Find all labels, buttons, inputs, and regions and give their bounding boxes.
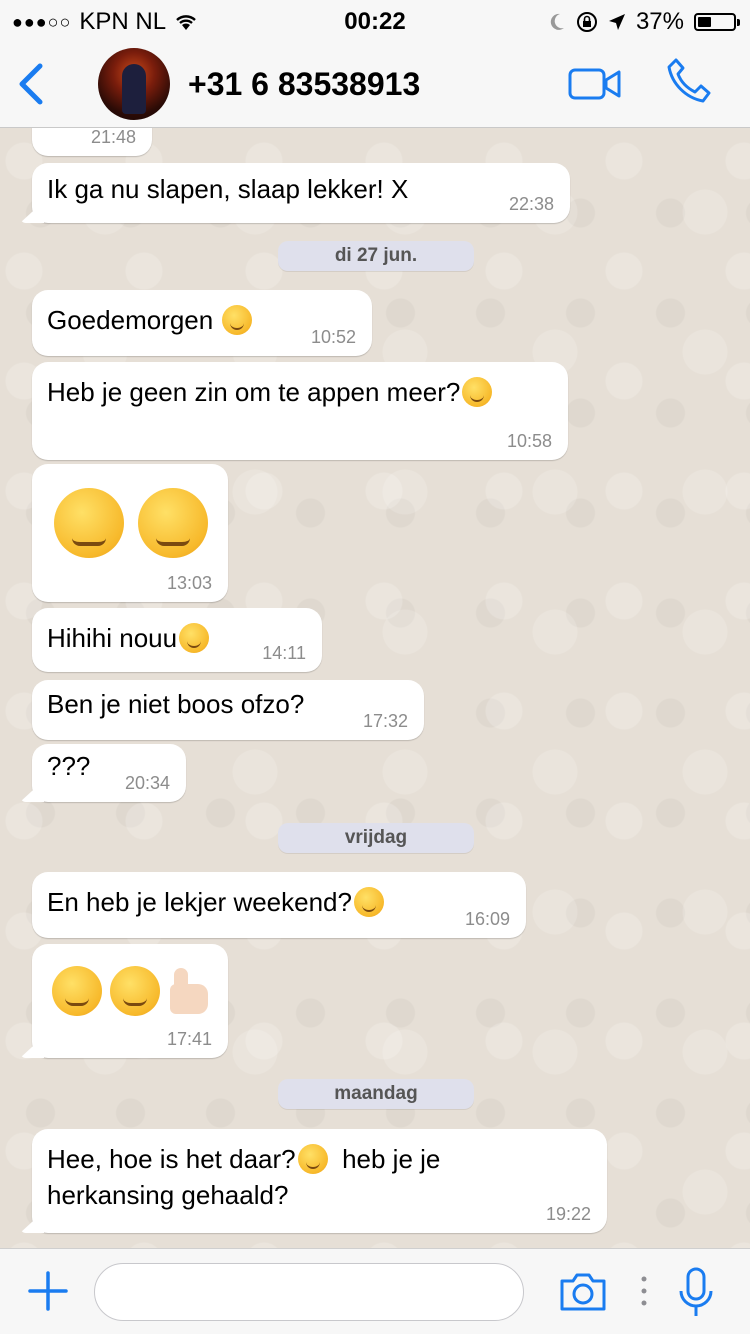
status-right: 37% bbox=[548, 8, 740, 36]
message-text-row: Hee, hoe is het daar? heb je je bbox=[47, 1141, 440, 1177]
emoji-row bbox=[52, 488, 208, 558]
message-bubble[interactable]: Ik ga nu slapen, slaap lekker! X 22:38 bbox=[32, 163, 570, 223]
more-dots-icon[interactable] bbox=[640, 1275, 648, 1307]
smiling-face-emoji-icon bbox=[110, 966, 160, 1016]
date-separator: vrijdag bbox=[278, 823, 474, 853]
video-call-icon[interactable] bbox=[568, 66, 622, 102]
message-time: 10:52 bbox=[310, 327, 356, 347]
message-bubble[interactable]: En heb je lekjer weekend? 16:09 bbox=[32, 872, 526, 938]
squinting-tongue-face-emoji-icon bbox=[54, 488, 124, 558]
message-text-row: En heb je lekjer weekend? bbox=[47, 884, 384, 920]
contact-avatar[interactable] bbox=[98, 48, 170, 120]
message-time: 19:22 bbox=[545, 1204, 591, 1224]
message-bubble[interactable]: 17:41 bbox=[32, 944, 228, 1058]
phone-icon[interactable] bbox=[664, 56, 714, 106]
battery-icon bbox=[694, 13, 740, 31]
message-time: 16:09 bbox=[464, 909, 510, 929]
moon-icon bbox=[550, 13, 564, 30]
message-text: herkansing gehaald? bbox=[47, 1180, 289, 1210]
avatar-figure bbox=[122, 64, 146, 114]
message-bubble[interactable]: 21:48 bbox=[32, 128, 152, 156]
message-time: 21:48 bbox=[90, 128, 136, 147]
message-time: 17:41 bbox=[166, 1029, 212, 1049]
camera-icon[interactable] bbox=[558, 1271, 608, 1313]
message-text: Hihihi nouu bbox=[47, 623, 178, 653]
message-bubble[interactable]: Goedemorgen 10:52 bbox=[32, 290, 372, 356]
message-text-row: Goedemorgen bbox=[47, 302, 253, 338]
message-text: En heb je lekjer weekend? bbox=[47, 887, 352, 917]
message-text: Heb je geen zin om te appen meer? bbox=[47, 377, 461, 407]
message-bubble[interactable]: Heb je geen zin om te appen meer? 10:58 bbox=[32, 362, 568, 460]
smiling-face-emoji-icon bbox=[179, 623, 210, 653]
message-text: Hee, hoe is het daar? bbox=[47, 1144, 296, 1174]
message-text-row: Heb je geen zin om te appen meer? bbox=[47, 374, 493, 410]
emoji-row bbox=[50, 966, 212, 1016]
message-text: Ben je niet boos ofzo? bbox=[47, 689, 305, 719]
thumbs-up-emoji-icon bbox=[166, 966, 212, 1016]
message-text: ??? bbox=[47, 751, 91, 781]
message-time: 20:34 bbox=[124, 773, 170, 793]
smiling-face-emoji-icon bbox=[222, 305, 253, 335]
message-text: Ik ga nu slapen, slaap lekker! X bbox=[47, 174, 409, 204]
message-time: 10:58 bbox=[506, 431, 552, 451]
battery-percentage: 37% bbox=[635, 8, 684, 35]
battery-fill bbox=[698, 17, 711, 27]
date-separator: maandag bbox=[278, 1079, 474, 1109]
message-time: 22:38 bbox=[508, 194, 554, 214]
winking-tongue-face-emoji-icon bbox=[462, 377, 493, 407]
message-time: 17:32 bbox=[362, 711, 408, 731]
chat-header: +31 6 83538913 bbox=[0, 40, 750, 128]
message-input-bar bbox=[0, 1248, 750, 1334]
message-bubble[interactable]: ??? 20:34 bbox=[32, 744, 186, 802]
message-time: 14:11 bbox=[262, 643, 306, 663]
date-separator: di 27 jun. bbox=[278, 241, 474, 271]
message-text: heb je je bbox=[342, 1144, 441, 1174]
plus-icon[interactable] bbox=[28, 1271, 68, 1311]
squinting-tongue-face-emoji-icon bbox=[138, 488, 208, 558]
message-text: Goedemorgen bbox=[47, 305, 214, 335]
rotation-lock-icon bbox=[576, 12, 597, 32]
smiling-face-emoji-icon bbox=[52, 966, 102, 1016]
microphone-icon[interactable] bbox=[678, 1267, 714, 1319]
back-chevron-icon[interactable] bbox=[14, 62, 48, 106]
grinning-face-emoji-icon bbox=[297, 1144, 328, 1174]
message-time: 13:03 bbox=[166, 573, 212, 593]
location-arrow-icon bbox=[608, 14, 625, 30]
chat-area[interactable]: 21:48 Ik ga nu slapen, slaap lekker! X 2… bbox=[0, 128, 750, 1248]
message-bubble[interactable]: Hihihi nouu 14:11 bbox=[32, 608, 322, 672]
message-text-row: Hihihi nouu bbox=[47, 620, 210, 656]
contact-name[interactable]: +31 6 83538913 bbox=[188, 66, 420, 103]
message-input[interactable] bbox=[94, 1263, 524, 1321]
status-bar: ●●●○○ KPN NL 00:22 37% bbox=[0, 0, 750, 40]
message-bubble[interactable]: Hee, hoe is het daar? heb je je herkansi… bbox=[32, 1129, 607, 1233]
winking-face-emoji-icon bbox=[353, 887, 384, 917]
message-bubble[interactable]: Ben je niet boos ofzo? 17:32 bbox=[32, 680, 424, 740]
message-bubble[interactable]: 13:03 bbox=[32, 464, 228, 602]
